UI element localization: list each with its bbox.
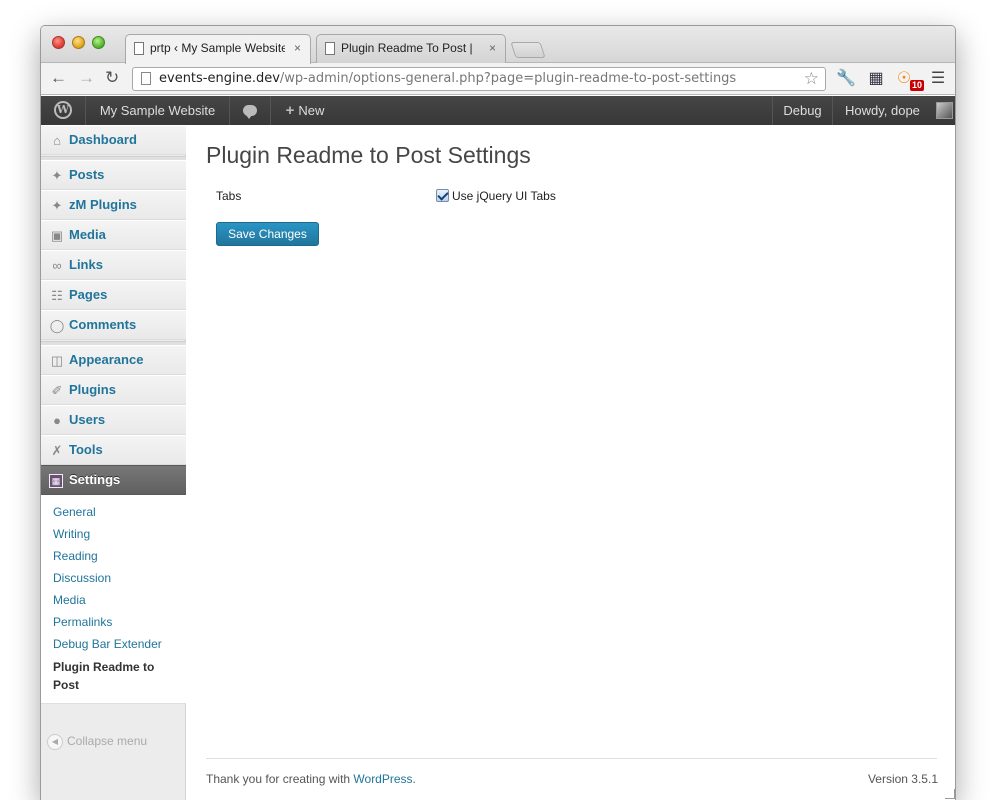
use-jquery-ui-tabs-checkbox[interactable] xyxy=(436,189,449,202)
browser-toolbar: ← → ↻ events-engine.dev/wp-admin/options… xyxy=(41,63,955,95)
page-icon xyxy=(325,42,335,55)
collapse-arrow-icon: ◀ xyxy=(47,734,63,750)
tab-title: Plugin Readme To Post | M xyxy=(341,41,476,55)
close-tab-icon[interactable]: × xyxy=(294,41,301,55)
pin-icon: ✦ xyxy=(51,198,63,213)
media-icon: ▣ xyxy=(50,228,64,243)
submenu-item-writing[interactable]: Writing xyxy=(41,523,186,545)
footer-thanks: Thank you for creating with WordPress. xyxy=(206,772,416,786)
extension-icon[interactable]: ▦ xyxy=(866,69,886,89)
main-content: Plugin Readme to Post Settings Tabs Use … xyxy=(187,125,955,800)
plus-icon: + xyxy=(285,102,295,119)
pin-icon: ✦ xyxy=(51,168,63,183)
sidebar-item-posts[interactable]: ✦ Posts xyxy=(41,160,186,190)
wrench-icon[interactable]: 🔧 xyxy=(836,69,856,89)
sidebar-item-label: Plugins xyxy=(69,382,116,397)
collapse-menu-button[interactable]: ◀ Collapse menu xyxy=(47,734,147,750)
howdy-label: Howdy, dope xyxy=(845,103,920,118)
tab-title: prtp ‹ My Sample Website xyxy=(150,41,285,55)
sidebar-item-zm-plugins[interactable]: ✦ zM Plugins xyxy=(41,190,186,220)
sidebar-item-label: Tools xyxy=(69,442,103,457)
sidebar-item-appearance[interactable]: ◫ Appearance xyxy=(41,345,186,375)
menu-icon[interactable]: ☰ xyxy=(928,69,948,89)
submenu-item-plugin-readme-to-post[interactable]: Plugin Readme to Post xyxy=(41,655,186,697)
url-text: events-engine.dev/wp-admin/options-gener… xyxy=(159,71,737,86)
adminbar-site-name[interactable]: My Sample Website xyxy=(86,96,230,125)
tools-icon: ✗ xyxy=(51,443,63,458)
adminbar-account[interactable]: Howdy, dope xyxy=(833,96,955,125)
wp-admin-bar: W My Sample Website + New Debug Howdy, do… xyxy=(41,96,955,125)
tab-strip: prtp ‹ My Sample Website × Plugin Readme… xyxy=(41,26,955,64)
avatar xyxy=(936,102,953,119)
submenu-item-permalinks[interactable]: Permalinks xyxy=(41,611,186,633)
sidebar-item-label: Links xyxy=(69,257,103,272)
adminbar-new-label: New xyxy=(298,103,325,118)
submenu-item-reading[interactable]: Reading xyxy=(41,545,186,567)
page-title: Plugin Readme to Post Settings xyxy=(206,142,531,168)
sidebar-item-label: Pages xyxy=(69,287,108,302)
submenu-item-debug-bar-extender[interactable]: Debug Bar Extender xyxy=(41,633,186,655)
sidebar-item-label: zM Plugins xyxy=(69,197,137,212)
adminbar-new[interactable]: + New xyxy=(271,96,339,125)
footer-version: Version 3.5.1 xyxy=(867,772,938,786)
sidebar-item-settings[interactable]: ▦ Settings xyxy=(41,465,195,495)
submenu-item-media[interactable]: Media xyxy=(41,589,186,611)
close-window-button[interactable] xyxy=(52,36,65,49)
forward-icon[interactable]: → xyxy=(78,68,95,88)
sidebar-item-label: Settings xyxy=(69,472,121,487)
address-bar[interactable]: events-engine.dev/wp-admin/options-gener… xyxy=(132,67,826,91)
sidebar-item-label: Posts xyxy=(69,167,105,182)
sidebar-item-users[interactable]: ● Users xyxy=(41,405,186,435)
back-icon[interactable]: ← xyxy=(50,68,67,88)
close-tab-icon[interactable]: × xyxy=(489,41,496,55)
browser-tab-active[interactable]: prtp ‹ My Sample Website × xyxy=(125,34,311,64)
sidebar-item-label: Dashboard xyxy=(69,132,137,147)
settings-submenu: General Writing Reading Discussion Media… xyxy=(41,495,186,704)
reload-icon[interactable]: ↻ xyxy=(105,68,119,88)
sidebar-item-tools[interactable]: ✗ Tools xyxy=(41,435,186,465)
browser-tab-inactive[interactable]: Plugin Readme To Post | M × xyxy=(316,34,506,64)
footer-divider xyxy=(206,758,937,759)
page-icon xyxy=(141,72,151,85)
sidebar-item-label: Media xyxy=(69,227,106,242)
sidebar-item-dashboard[interactable]: ⌂ Dashboard xyxy=(41,125,186,155)
sidebar-item-pages[interactable]: ☷ Pages xyxy=(41,280,186,310)
comment-bubble-icon xyxy=(243,105,257,120)
settings-icon: ▦ xyxy=(49,474,63,488)
sidebar-item-links[interactable]: ∞ Links xyxy=(41,250,186,280)
appearance-icon: ◫ xyxy=(50,353,64,368)
admin-sidebar: ⌂ Dashboard ✦ Posts ✦ zM Plugins ▣ Media… xyxy=(41,125,195,800)
rss-count-badge: 10 xyxy=(910,80,925,91)
new-tab-button[interactable] xyxy=(510,42,546,58)
sidebar-item-comments[interactable]: ◯ Comments xyxy=(41,310,186,340)
sidebar-item-label: Comments xyxy=(69,317,137,332)
wordpress-logo-icon[interactable]: W xyxy=(41,96,86,125)
plugin-icon: ✐ xyxy=(51,383,63,398)
browser-window: prtp ‹ My Sample Website × Plugin Readme… xyxy=(40,25,956,800)
submenu-item-general[interactable]: General xyxy=(41,501,186,523)
wordpress-link[interactable]: WordPress xyxy=(353,772,412,786)
resize-grip-icon[interactable] xyxy=(945,789,955,799)
adminbar-debug[interactable]: Debug xyxy=(772,96,833,125)
page-icon xyxy=(134,42,144,55)
save-changes-button[interactable]: Save Changes xyxy=(216,222,319,246)
minimize-window-button[interactable] xyxy=(72,36,85,49)
pages-icon: ☷ xyxy=(51,288,63,303)
sidebar-item-label: Users xyxy=(69,412,106,427)
zoom-window-button[interactable] xyxy=(92,36,105,49)
checkbox-label[interactable]: Use jQuery UI Tabs xyxy=(452,189,556,203)
sidebar-item-plugins[interactable]: ✐ Plugins xyxy=(41,375,186,405)
dashboard-icon: ⌂ xyxy=(53,133,61,148)
comment-icon: ◯ xyxy=(49,318,65,333)
submenu-item-discussion[interactable]: Discussion xyxy=(41,567,186,589)
bookmark-star-icon[interactable]: ☆ xyxy=(804,69,819,89)
sidebar-item-media[interactable]: ▣ Media xyxy=(41,220,186,250)
sidebar-item-label: Appearance xyxy=(69,352,144,367)
link-icon: ∞ xyxy=(52,258,62,273)
adminbar-comments[interactable] xyxy=(230,96,271,125)
collapse-menu-label: Collapse menu xyxy=(67,734,148,749)
tabs-field-label: Tabs xyxy=(216,189,242,203)
users-icon: ● xyxy=(53,413,61,428)
